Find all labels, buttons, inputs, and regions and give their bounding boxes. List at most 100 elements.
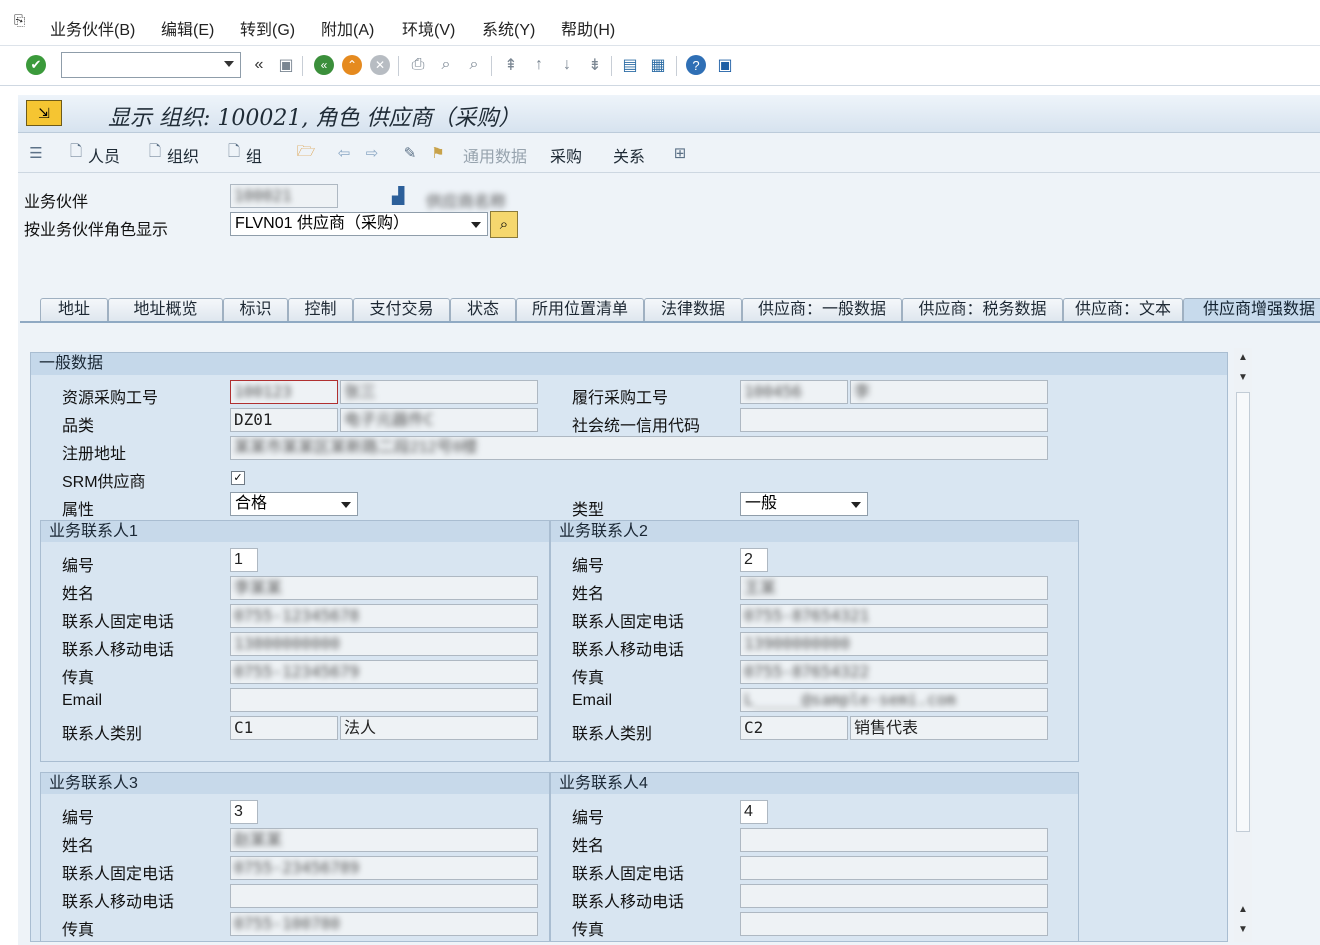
scroll-up-icon[interactable]: ▲ — [1237, 352, 1249, 364]
contact-mobile-field — [740, 884, 1048, 908]
contact-category-code-field: C2 — [740, 716, 848, 740]
list-icon[interactable]: ☰ — [26, 143, 46, 163]
scrollbar-thumb[interactable] — [1236, 392, 1250, 832]
contact-header: 业务联系人2 — [551, 521, 1078, 542]
first-page-icon[interactable]: ⇞ — [500, 54, 522, 76]
general-data-button[interactable]: 通用数据 — [463, 143, 527, 167]
attribute-value: 合格 — [235, 495, 268, 512]
type-select[interactable]: 一般 — [740, 492, 868, 516]
chevron-down-icon[interactable] — [471, 222, 481, 228]
attribute-select[interactable]: 合格 — [230, 492, 358, 516]
scroll-page-up-icon[interactable]: ▼ — [1237, 372, 1249, 384]
separator — [611, 56, 612, 76]
exit-icon[interactable]: ⌃ — [342, 55, 362, 75]
contact-tel-label: 联系人固定电话 — [62, 614, 175, 631]
menu-edit[interactable]: 编辑(E) — [161, 16, 214, 40]
tab-status[interactable]: 状态 — [450, 298, 516, 322]
contact-no-field[interactable]: 1 — [230, 548, 258, 572]
previous-page-icon[interactable]: ↑ — [528, 54, 550, 76]
contact-mobile-label: 联系人移动电话 — [572, 642, 685, 659]
create-group-button[interactable]: 组 — [246, 143, 262, 167]
menu-business-partner[interactable]: 业务伙伴(B) — [50, 16, 135, 40]
contact-email-label: Email — [572, 692, 613, 709]
find-icon[interactable]: ⌕ — [435, 54, 457, 76]
tab-where-used[interactable]: 所用位置清单 — [516, 298, 644, 322]
scroll-page-down-icon[interactable]: ▲ — [1237, 904, 1249, 916]
tab-identification[interactable]: 标识 — [223, 298, 288, 322]
tab-address[interactable]: 地址 — [40, 298, 108, 322]
shortcut-icon[interactable]: ▦ — [647, 54, 669, 76]
open-folder-icon[interactable]: 🗁 — [296, 143, 316, 163]
tab-control[interactable]: 控制 — [288, 298, 353, 322]
relations-button[interactable]: 关系 — [613, 143, 645, 167]
print-icon[interactable]: ⎙ — [407, 54, 429, 76]
contact-tel-label: 联系人固定电话 — [572, 866, 685, 883]
tab-payment[interactable]: 支付交易 — [353, 298, 450, 322]
arrow-right-icon[interactable]: ⇨ — [362, 143, 382, 163]
purchasing-button[interactable]: 采购 — [550, 143, 582, 167]
edit-icon[interactable]: ✎ — [400, 143, 420, 163]
srm-checkbox[interactable]: ✓ — [231, 471, 245, 485]
exec-buyer-label: 履行采购工号 — [572, 390, 669, 407]
help-icon[interactable]: ? — [686, 55, 706, 75]
address-value: 某某市某某区某新路二段212号8楼 — [234, 439, 478, 456]
back-icon[interactable]: « — [314, 55, 334, 75]
next-page-icon[interactable]: ↓ — [556, 54, 578, 76]
menu-extras[interactable]: 附加(A) — [321, 16, 374, 40]
contact-mobile-field: 13800000000 — [230, 632, 538, 656]
chevron-down-icon[interactable] — [851, 502, 861, 508]
contact-email-field — [230, 688, 538, 712]
contact-name-field: 赵某某 — [230, 828, 538, 852]
category-name: 电子元器件C — [344, 410, 434, 429]
new-session-icon[interactable]: ▤ — [619, 54, 641, 76]
separator — [676, 56, 677, 76]
menu-help[interactable]: 帮助(H) — [561, 16, 615, 40]
create-person-button[interactable]: 人员 — [88, 143, 120, 167]
contact-no-field[interactable]: 4 — [740, 800, 768, 824]
contact-name-field: 王某 — [740, 576, 1048, 600]
system-menu-icon[interactable]: ⎘ — [14, 12, 34, 30]
arrow-left-icon[interactable]: ⇦ — [334, 143, 354, 163]
tab-vendor-text[interactable]: 供应商：文本 — [1063, 298, 1183, 322]
contact-no-field[interactable]: 2 — [740, 548, 768, 572]
contact-category-name-field: 法人 — [340, 716, 538, 740]
menu-goto[interactable]: 转到(G) — [240, 16, 295, 40]
create-org-button[interactable]: 组织 — [167, 143, 199, 167]
menu-environment[interactable]: 环境(V) — [402, 16, 455, 40]
tab-address-overview[interactable]: 地址概览 — [108, 298, 223, 322]
res-buyer-id: 100123 — [234, 382, 292, 401]
contact-name-label: 姓名 — [572, 586, 605, 603]
cancel-icon[interactable]: ✕ — [370, 55, 390, 75]
save-icon[interactable]: ▣ — [275, 54, 297, 76]
transaction-icon[interactable]: ⇲ — [26, 100, 62, 126]
contact-header: 业务联系人4 — [551, 773, 1078, 794]
org-chart-icon[interactable]: ⊞ — [670, 143, 690, 163]
command-field[interactable] — [61, 52, 241, 78]
contact-mobile-label: 联系人移动电话 — [62, 642, 175, 659]
contact-mobile: 13800000000 — [234, 634, 340, 653]
customize-layout-icon[interactable]: ▣ — [714, 54, 736, 76]
transport-icon[interactable]: ⚑ — [428, 143, 448, 163]
chevron-down-icon[interactable] — [224, 61, 234, 67]
separator — [491, 56, 492, 76]
contact-no-field[interactable]: 3 — [230, 800, 258, 824]
role-select[interactable]: FLVN01 供应商（采购） — [230, 212, 488, 236]
last-page-icon[interactable]: ⇟ — [584, 54, 606, 76]
bp-name-text: 供应商名称 — [426, 194, 507, 211]
tab-vendor-enhanced[interactable]: 供应商增强数据 — [1183, 298, 1320, 322]
tab-vendor-tax[interactable]: 供应商：税务数据 — [902, 298, 1063, 322]
enter-check-icon[interactable]: ✔ — [26, 55, 46, 75]
tab-vendor-general[interactable]: 供应商：一般数据 — [742, 298, 902, 322]
document-icon: 🗋 — [148, 142, 162, 160]
change-role-search-icon[interactable]: ⌕ — [490, 211, 518, 238]
vertical-scrollbar[interactable]: ▲ ▼ ▲ ▼ — [1234, 348, 1252, 942]
exec-buyer-name: 李 — [854, 382, 871, 401]
find-next-icon[interactable]: ⌕ — [463, 54, 485, 76]
scroll-down-icon[interactable]: ▼ — [1237, 924, 1249, 936]
collapse-icon[interactable]: « — [248, 54, 270, 76]
contact-tel-field: 0755-12345678 — [230, 604, 538, 628]
chevron-down-icon[interactable] — [341, 502, 351, 508]
role-label: 按业务伙伴角色显示 — [24, 222, 169, 239]
menu-system[interactable]: 系统(Y) — [482, 16, 535, 40]
tab-legal-data[interactable]: 法律数据 — [644, 298, 742, 322]
